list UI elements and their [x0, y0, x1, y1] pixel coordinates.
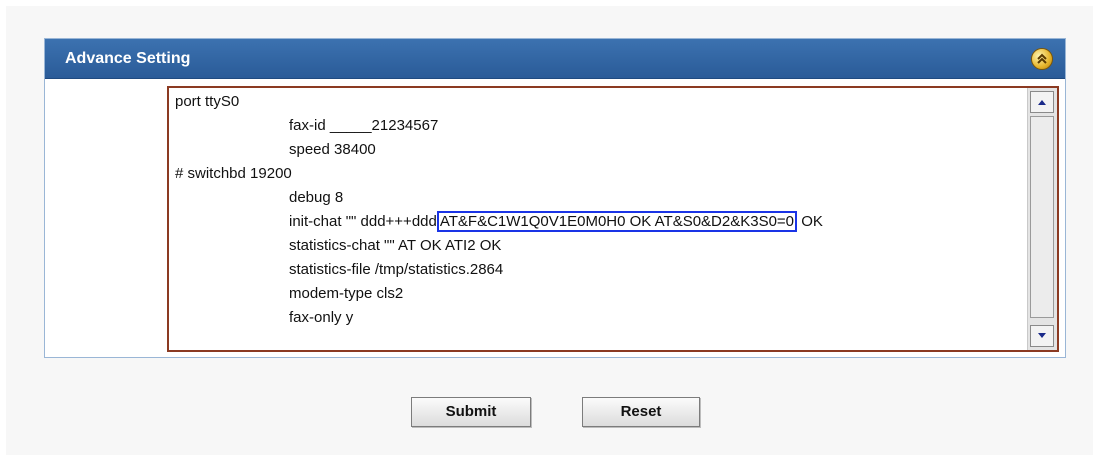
collapse-button[interactable]	[1031, 48, 1053, 70]
config-line: # switchbd 19200	[175, 165, 292, 182]
config-line: speed 38400	[289, 141, 376, 158]
vertical-scrollbar[interactable]	[1027, 88, 1057, 350]
panel-title: Advance Setting	[65, 50, 191, 67]
config-line: statistics-file /tmp/statistics.2864	[289, 261, 504, 278]
scroll-down-button[interactable]	[1030, 325, 1054, 347]
config-line: modem-type cls2	[289, 285, 404, 302]
scrollbar-thumb[interactable]	[1030, 116, 1054, 318]
config-text: port ttyS0 fax-id _____21234567 speed 38…	[171, 90, 1027, 348]
config-line: debug 8	[289, 189, 344, 206]
config-line: port ttyS0	[175, 93, 240, 110]
highlighted-init-string: AT&F&C1W1Q0V1E0M0H0 OK AT&S0&D2&K3S0=0	[436, 211, 798, 232]
config-line: fax-only y	[289, 309, 354, 326]
panel-header: Advance Setting	[45, 39, 1065, 79]
arrow-up-icon	[1038, 100, 1046, 105]
chevron-up-icon	[1037, 53, 1047, 64]
scroll-up-button[interactable]	[1030, 91, 1054, 113]
reset-button[interactable]: Reset	[582, 397, 700, 427]
advance-setting-panel: Advance Setting port ttyS0 fax-id _____2…	[44, 38, 1066, 358]
config-textarea[interactable]: port ttyS0 fax-id _____21234567 speed 38…	[167, 86, 1059, 352]
init-chat-suffix: OK	[797, 213, 823, 230]
config-line: statistics-chat "" AT OK ATI2 OK	[289, 237, 502, 254]
submit-button[interactable]: Submit	[411, 397, 531, 427]
init-chat-prefix: init-chat "" ddd+++ddd	[289, 213, 437, 230]
arrow-down-icon	[1038, 333, 1046, 338]
config-line: fax-id _____21234567	[289, 117, 439, 134]
config-line-init-chat: init-chat "" ddd+++ddd AT&F&C1W1Q0V1E0M0H…	[289, 210, 823, 234]
